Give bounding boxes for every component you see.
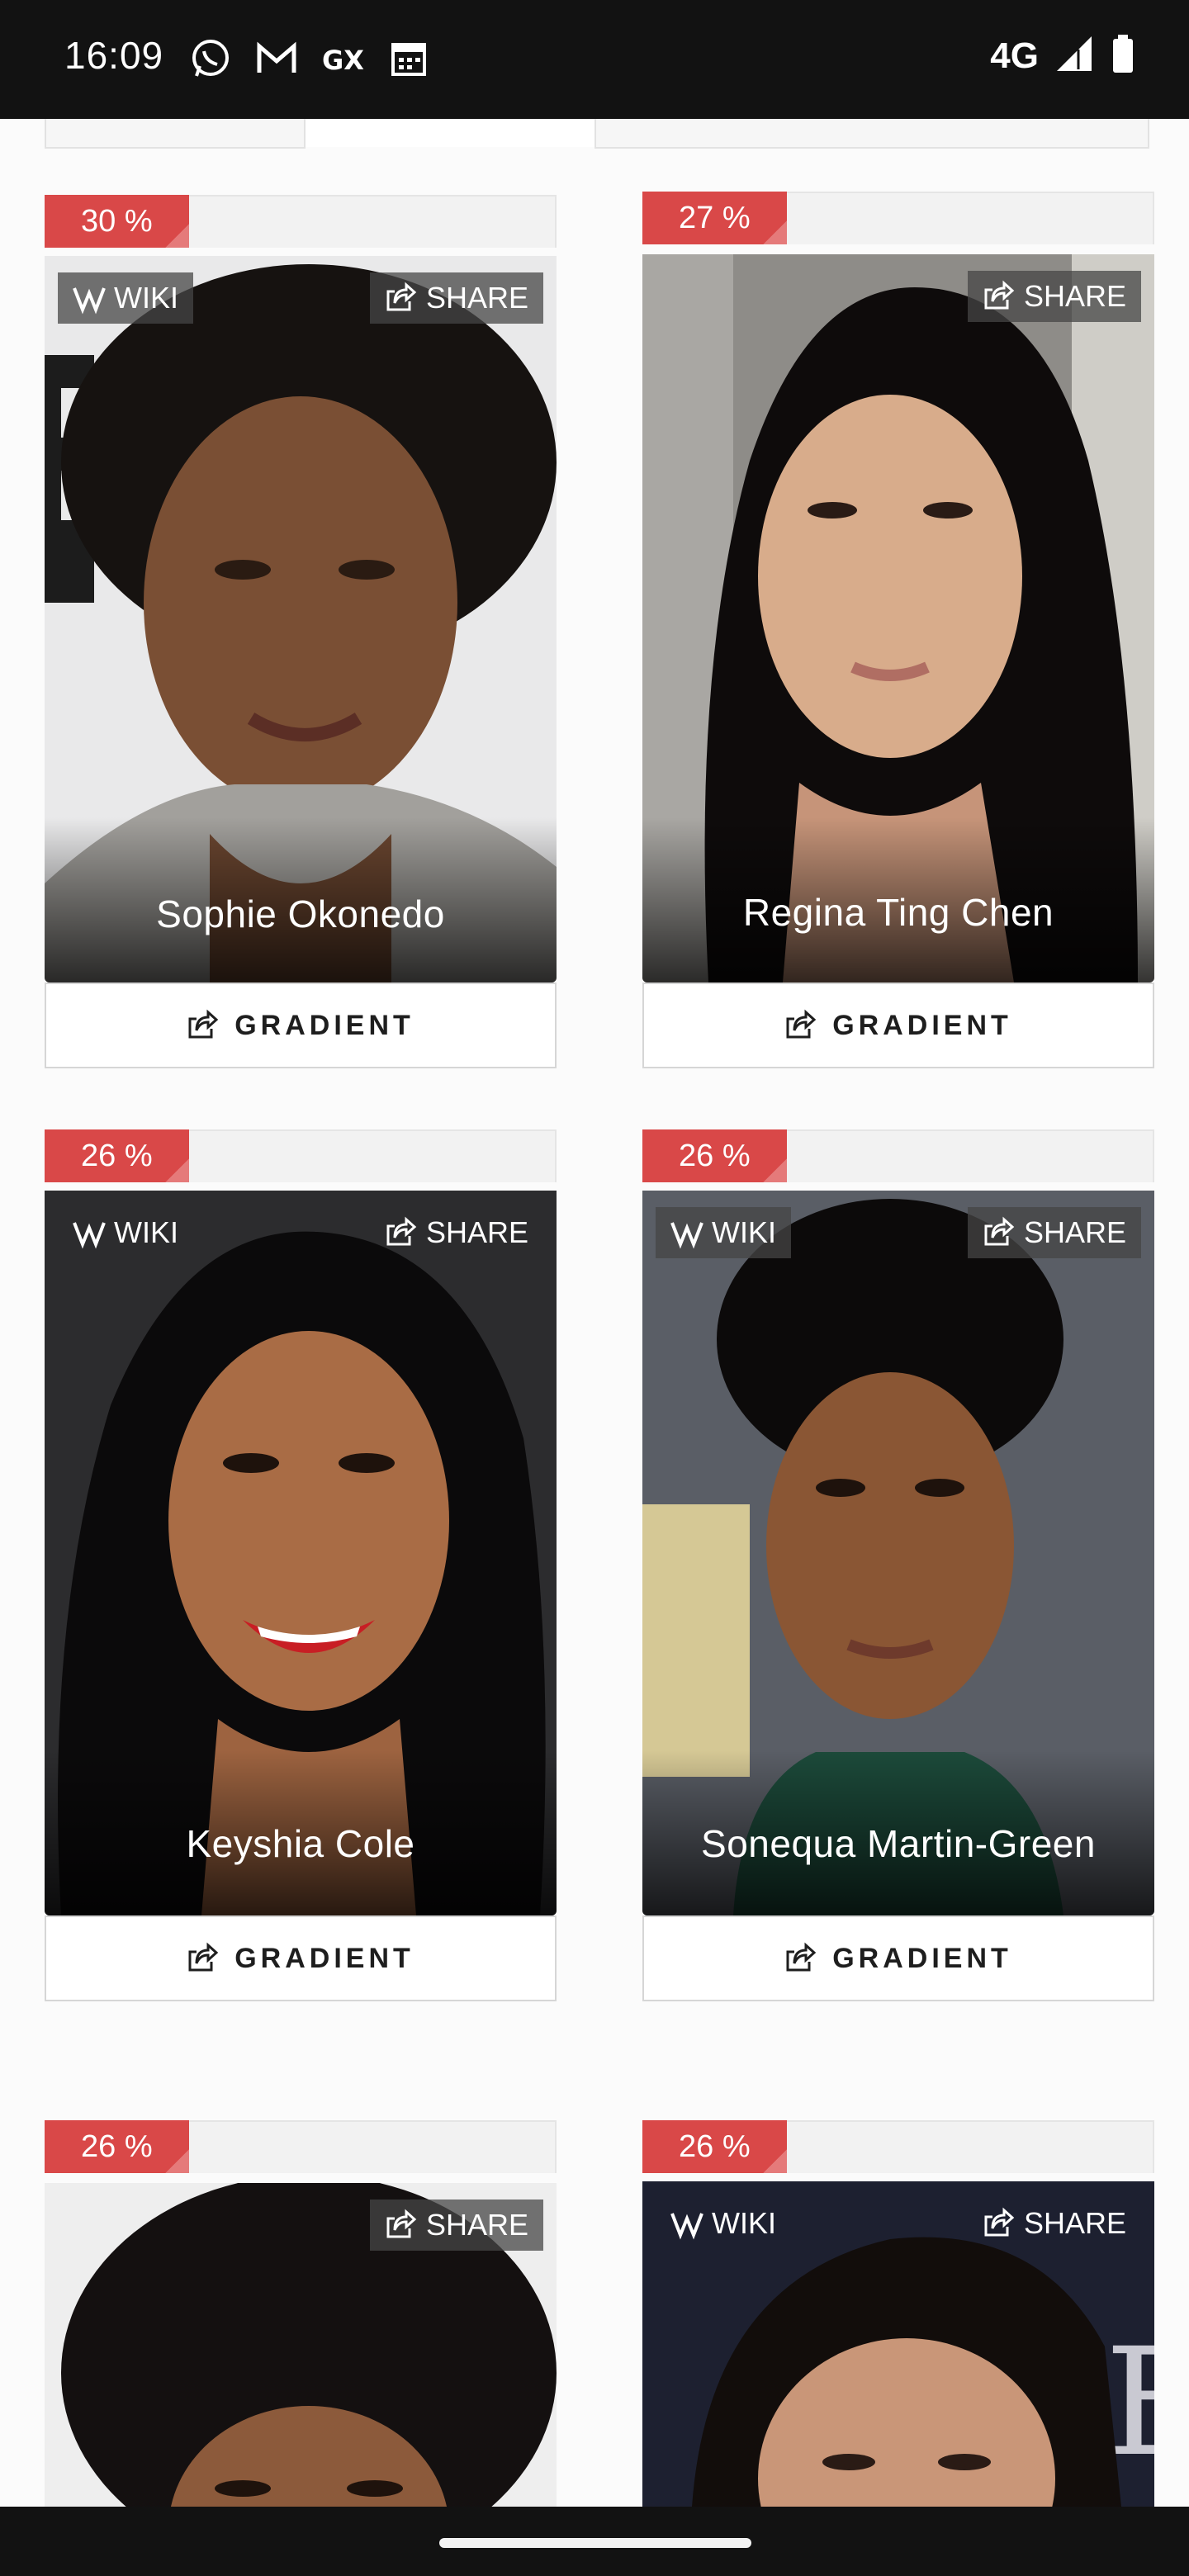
portrait-photo[interactable]: E WIKI SHARE [642,2181,1154,2507]
share-icon [187,1009,220,1042]
navigation-bar [0,2507,1189,2576]
share-label: SHARE [1023,2206,1126,2240]
share-icon [385,282,418,315]
share-button[interactable]: SHARE [369,272,543,324]
person-name: Sophie Okonedo [156,893,445,935]
portrait-photo[interactable]: SHARE [45,2183,557,2507]
wikipedia-icon [670,1216,703,1249]
share-label: SHARE [1023,279,1126,313]
score-badge: 27 % [642,192,787,244]
share-icon [187,1942,220,1975]
wiki-label: WIKI [712,1215,776,1249]
network-type: 4G [990,35,1039,76]
gx-icon: GX [320,36,365,81]
share-button[interactable]: SHARE [968,2198,1141,2249]
wikipedia-icon [73,282,106,315]
gradient-button[interactable]: GRADIENT [45,983,557,1068]
gradient-button[interactable]: GRADIENT [45,1915,557,2001]
wikipedia-icon [73,1216,106,1249]
share-icon [784,1009,817,1042]
share-label: SHARE [1023,1215,1126,1249]
notification-icons: GX [188,36,431,81]
calendar-icon [386,36,431,81]
share-button[interactable]: SHARE [967,1207,1141,1258]
score-badge: 26 % [642,1129,787,1182]
gradient-button[interactable]: GRADIENT [642,1915,1154,2001]
wiki-button[interactable]: WIKI [656,2198,791,2249]
portrait-photo[interactable]: WIKI SHARE Sophie Okonedo [45,256,557,983]
share-label: SHARE [425,1215,528,1249]
gradient-label: GRADIENT [832,1009,1012,1041]
share-icon [983,1216,1016,1249]
share-button[interactable]: SHARE [369,2200,543,2251]
wiki-button[interactable]: WIKI [58,1207,193,1258]
score-badge: 26 % [45,2120,189,2173]
share-icon [983,280,1016,313]
portrait-photo[interactable]: WIKI SHARE Sonequa Martin-Green [642,1191,1154,1915]
score-badge: 26 % [45,1129,189,1182]
wiki-label: WIKI [114,281,178,315]
score-badge: 30 % [45,195,189,248]
gradient-label: GRADIENT [234,1009,414,1041]
share-icon [385,1216,418,1249]
share-icon [983,2207,1016,2240]
whatsapp-icon [188,36,233,81]
wiki-button[interactable]: WIKI [58,272,193,324]
tab-right[interactable] [594,119,1149,149]
svg-text:GX: GX [322,45,364,76]
person-name: Keyshia Cole [186,1822,415,1865]
home-gesture-handle[interactable] [439,2538,751,2548]
share-label: SHARE [425,2208,528,2242]
tab-strip [0,119,1189,149]
wikipedia-icon [670,2207,703,2240]
status-time: 16:09 [64,34,164,77]
person-name: Regina Ting Chen [742,891,1054,934]
system-indicators: 4G [990,33,1136,78]
portrait-photo[interactable]: WIKI SHARE Keyshia Cole [45,1191,557,1915]
signal-icon [1054,33,1095,78]
wiki-button[interactable]: WIKI [656,1207,791,1258]
tab-left[interactable] [45,119,306,149]
share-label: SHARE [425,281,528,315]
score-badge: 26 % [642,2120,787,2173]
share-button[interactable]: SHARE [967,271,1141,322]
gradient-label: GRADIENT [234,1942,414,1974]
gradient-label: GRADIENT [832,1942,1012,1974]
gradient-button[interactable]: GRADIENT [642,983,1154,1068]
status-bar: 16:09 GX 4G [0,0,1189,119]
share-button[interactable]: SHARE [370,1207,543,1258]
wiki-label: WIKI [712,2206,776,2240]
battery-icon [1110,33,1136,78]
share-icon [784,1942,817,1975]
gmail-icon [254,36,299,81]
person-name: Sonequa Martin-Green [701,1822,1096,1865]
wiki-label: WIKI [114,1215,178,1249]
tab-active[interactable] [306,119,594,147]
portrait-photo[interactable]: SHARE Regina Ting Chen [642,254,1154,983]
share-icon [385,2209,418,2242]
